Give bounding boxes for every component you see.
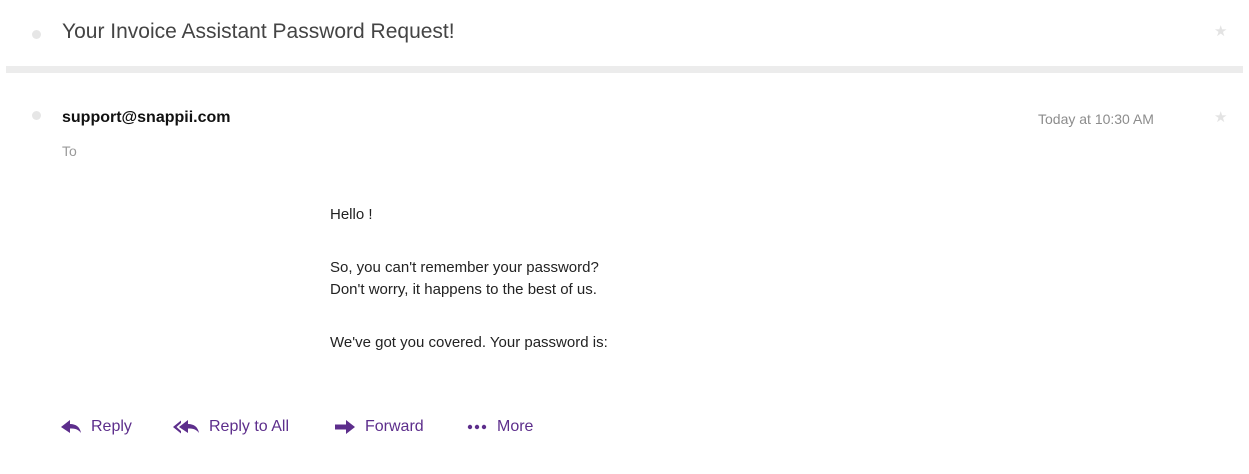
more-icon xyxy=(466,419,488,435)
reply-label: Reply xyxy=(91,418,132,435)
header-divider xyxy=(6,66,1243,73)
message-read-dot-icon[interactable] xyxy=(32,111,41,120)
more-label: More xyxy=(497,418,534,435)
message-timestamp: Today at 10:30 AM xyxy=(1038,111,1154,127)
sender-address[interactable]: support@snappii.com xyxy=(62,109,231,127)
forward-button[interactable]: Forward xyxy=(334,418,424,436)
body-greeting: Hello ! xyxy=(330,206,373,223)
forward-icon xyxy=(334,419,356,435)
forward-label: Forward xyxy=(365,418,424,435)
reply-all-button[interactable]: Reply to All xyxy=(172,418,289,436)
message-star-icon[interactable]: ★ xyxy=(1214,110,1227,125)
recipient-to-label[interactable]: To xyxy=(62,143,77,159)
body-line-1: So, you can't remember your password? xyxy=(330,259,599,276)
more-button[interactable]: More xyxy=(466,418,533,436)
body-line-3: We've got you covered. Your password is: xyxy=(330,334,608,351)
star-icon[interactable]: ★ xyxy=(1214,24,1227,39)
reply-all-icon xyxy=(172,419,200,435)
unread-dot-icon[interactable] xyxy=(32,30,41,39)
thread-header: Your Invoice Assistant Password Request!… xyxy=(0,0,1249,66)
thread-subject: Your Invoice Assistant Password Request! xyxy=(62,20,455,43)
reply-icon xyxy=(60,419,82,435)
reply-all-label: Reply to All xyxy=(209,418,290,435)
body-line-2: Don't worry, it happens to the best of u… xyxy=(330,281,597,298)
reply-button[interactable]: Reply xyxy=(60,418,132,436)
